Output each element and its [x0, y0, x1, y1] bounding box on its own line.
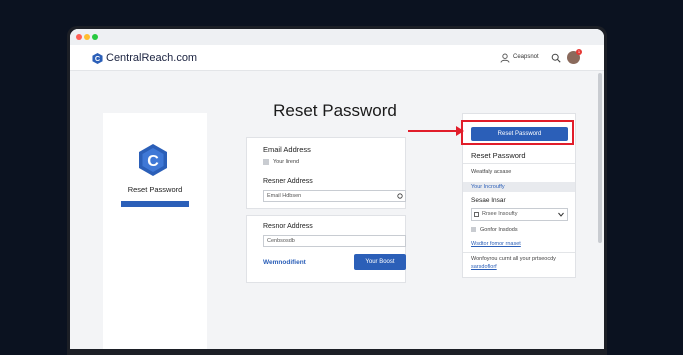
- user-name[interactable]: Ceapsnot: [513, 54, 539, 60]
- browser-screen: C CentralReach.com Ceapsnot 1 C Reset Pa…: [70, 29, 604, 349]
- email-input-placeholder: Email Hdbsen: [267, 193, 302, 199]
- right-panel-line2: Your Incrouffy: [471, 184, 505, 190]
- brand-name[interactable]: CentralReach.com: [106, 52, 197, 64]
- minimize-window-icon[interactable]: [84, 34, 90, 40]
- divider: [463, 252, 575, 253]
- close-window-icon[interactable]: [76, 34, 82, 40]
- recover-input-placeholder: Cenbsosdb: [267, 238, 295, 244]
- annotation-arrow-line: [408, 130, 458, 132]
- select-checkbox[interactable]: [474, 212, 479, 217]
- centralreach-logo-icon: C: [92, 53, 103, 64]
- highlight-box: [461, 120, 574, 145]
- right-panel-title: Reset Password: [471, 151, 526, 160]
- page-title: Reset Password: [273, 101, 397, 120]
- refresh-icon[interactable]: [397, 193, 403, 199]
- email-address-card: Email Address Your lirend Resner Address…: [246, 137, 406, 209]
- right-panel-footer-link[interactable]: sarsdoflorf: [471, 264, 497, 270]
- email-card-title: Email Address: [263, 145, 311, 154]
- email-checkbox[interactable]: [263, 159, 269, 165]
- security-select[interactable]: Rrsee Insoufty: [471, 208, 568, 221]
- maximize-window-icon[interactable]: [92, 34, 98, 40]
- browser-chrome: [70, 29, 604, 45]
- divider: [463, 163, 575, 164]
- your-boost-button[interactable]: Your Boost: [354, 254, 406, 270]
- right-panel-link[interactable]: Wsdtor fomor rnaset: [471, 241, 521, 247]
- annotation-arrow-head-icon: [456, 126, 464, 136]
- recover-field-label: Resnor Address: [263, 223, 313, 230]
- section-header: Your Incrouffy: [463, 182, 575, 192]
- email-field-label: Resner Address: [263, 178, 313, 185]
- notification-badge: 1: [576, 49, 582, 55]
- side-card-accent-bar: [121, 201, 189, 207]
- chevron-down-icon[interactable]: [558, 212, 564, 217]
- options-checkbox-label: Gonfor Insdods: [480, 227, 518, 233]
- side-card-title: Reset Password: [127, 185, 183, 194]
- user-icon[interactable]: [500, 53, 510, 63]
- email-checkbox-label: Your lirend: [273, 159, 300, 165]
- select-label: Sesae Insar: [471, 197, 506, 204]
- laptop-frame: C CentralReach.com Ceapsnot 1 C Reset Pa…: [67, 26, 607, 355]
- search-icon[interactable]: [551, 53, 561, 63]
- page-scrollbar[interactable]: [598, 73, 602, 243]
- right-panel-footer-text: Wonfoyrou curnt all your prtseocdy: [471, 256, 556, 262]
- svg-text:C: C: [95, 54, 101, 63]
- recover-address-card: Resnor Address Cenbsosdb Wemnodifient Yo…: [246, 215, 406, 283]
- top-navigation-bar: C CentralReach.com Ceapsnot 1: [70, 45, 604, 71]
- right-panel-line1: Weatfaly acsase: [471, 169, 512, 175]
- email-input[interactable]: Email Hdbsen: [263, 190, 406, 202]
- recover-input[interactable]: Cenbsosdb: [263, 235, 406, 247]
- security-select-value: Rrsee Insoufty: [482, 211, 518, 217]
- brand-side-card: C Reset Password: [103, 113, 207, 349]
- options-checkbox[interactable]: [471, 227, 476, 232]
- svg-text:C: C: [147, 153, 159, 170]
- recover-link[interactable]: Wemnodifient: [263, 259, 306, 266]
- centralreach-hex-logo-icon: C: [139, 144, 167, 176]
